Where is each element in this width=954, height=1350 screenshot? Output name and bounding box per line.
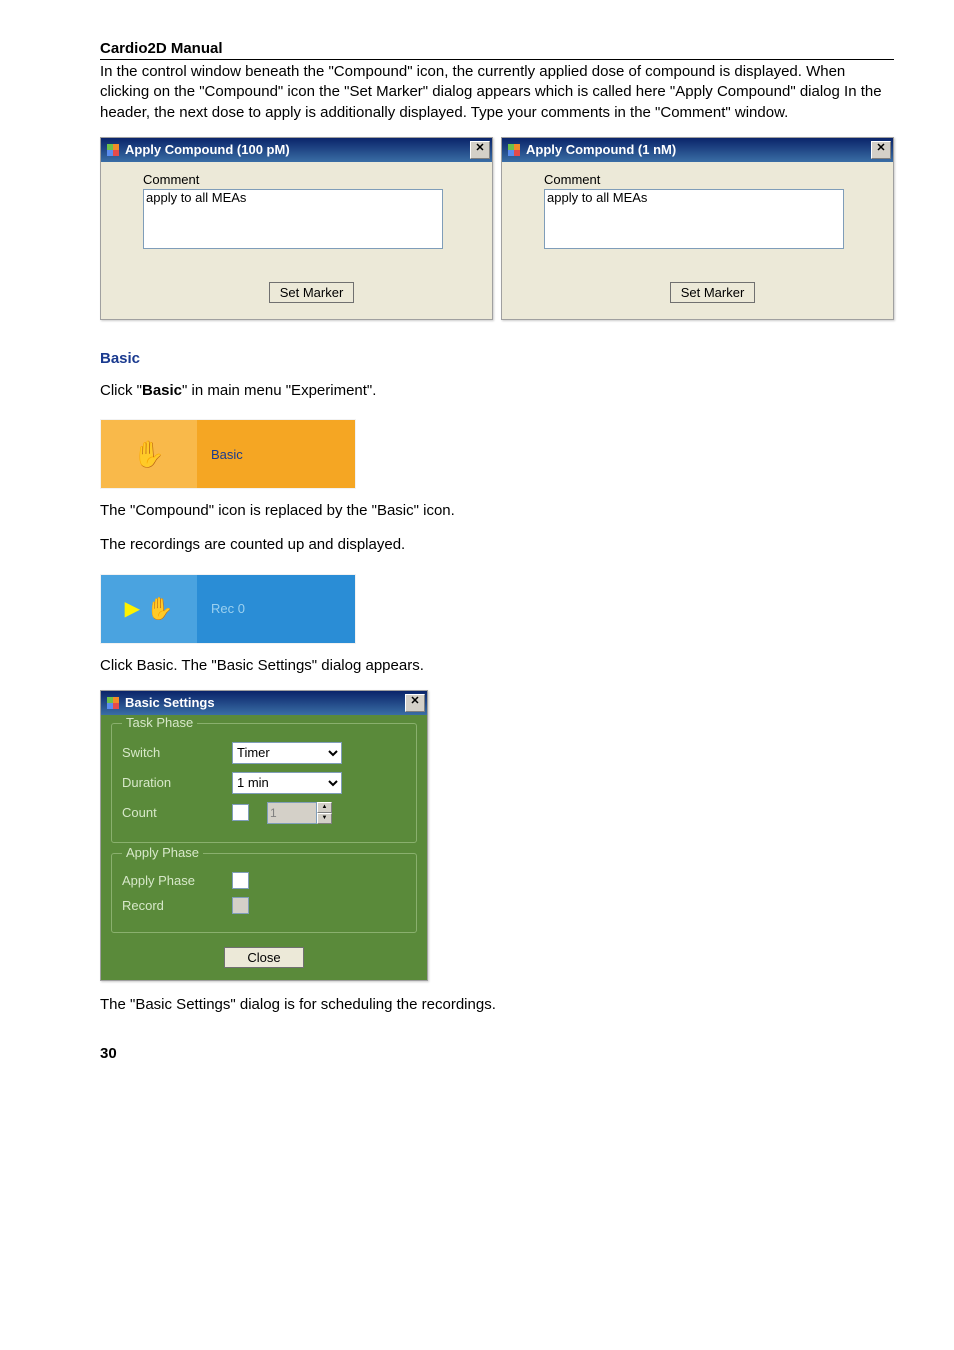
- record-label: Record: [122, 898, 232, 913]
- duration-label: Duration: [122, 775, 232, 790]
- hand-icon: ✋: [146, 596, 173, 622]
- header-rule: [100, 59, 894, 60]
- task-phase-group: Task Phase Switch Timer Duration 1 min C…: [111, 723, 417, 843]
- basic-line3: The recordings are counted up and displa…: [100, 535, 894, 555]
- app-icon: [105, 695, 121, 711]
- basic-line4: Click Basic. The "Basic Settings" dialog…: [100, 656, 894, 676]
- spin-up-button[interactable]: ▲: [317, 802, 332, 813]
- basic-line2: The "Compound" icon is replaced by the "…: [100, 501, 894, 521]
- task-phase-legend: Task Phase: [122, 715, 197, 730]
- apply-compound-dialogs: Apply Compound (100 pM) ✕ Comment Set Ma…: [100, 137, 894, 320]
- rec-ribbon-button[interactable]: ▶ ✋ Rec 0: [100, 574, 356, 644]
- switch-label: Switch: [122, 745, 232, 760]
- rec-ribbon-label: Rec 0: [197, 575, 355, 643]
- rec-ribbon-icon-area: ▶ ✋: [101, 575, 197, 643]
- app-icon: [105, 142, 121, 158]
- basic-bold: Basic: [142, 382, 182, 399]
- intro-paragraph: In the control window beneath the "Compo…: [100, 62, 894, 123]
- apply-phase-group: Apply Phase Apply Phase Record: [111, 853, 417, 933]
- apply-compound-dialog-1nm: Apply Compound (1 nM) ✕ Comment Set Mark…: [501, 137, 894, 320]
- dialog-title: Apply Compound (1 nM): [526, 142, 871, 157]
- basic-click-instruction: Click "Basic" in main menu "Experiment".: [100, 381, 894, 401]
- close-icon[interactable]: ✕: [470, 141, 490, 159]
- apply-phase-legend: Apply Phase: [122, 845, 203, 860]
- after-settings-text: The "Basic Settings" dialog is for sched…: [100, 995, 894, 1015]
- switch-select[interactable]: Timer: [232, 742, 342, 764]
- spin-down-button[interactable]: ▼: [317, 813, 332, 824]
- apply-phase-label: Apply Phase: [122, 873, 232, 888]
- apply-compound-dialog-100pm: Apply Compound (100 pM) ✕ Comment Set Ma…: [100, 137, 493, 320]
- text: Click ": [100, 382, 142, 399]
- comment-input[interactable]: [143, 189, 443, 249]
- dialog-title: Apply Compound (100 pM): [125, 142, 470, 157]
- titlebar: Basic Settings ✕: [101, 691, 427, 715]
- play-icon: ▶: [125, 596, 140, 621]
- dialog-title: Basic Settings: [125, 695, 405, 710]
- duration-select[interactable]: 1 min: [232, 772, 342, 794]
- set-marker-button[interactable]: Set Marker: [670, 282, 756, 303]
- basic-heading: Basic: [100, 350, 894, 367]
- basic-ribbon-label: Basic: [197, 420, 355, 488]
- page-header-title: Cardio2D Manual: [100, 40, 894, 57]
- titlebar: Apply Compound (1 nM) ✕: [502, 138, 893, 162]
- page-number: 30: [100, 1045, 894, 1062]
- basic-ribbon-icon-area: ✋: [101, 420, 197, 488]
- count-checkbox[interactable]: [232, 804, 249, 821]
- apply-phase-checkbox[interactable]: [232, 872, 249, 889]
- count-label: Count: [122, 805, 232, 820]
- close-icon[interactable]: ✕: [871, 141, 891, 159]
- basic-ribbon-button[interactable]: ✋ Basic: [100, 419, 356, 489]
- hand-icon: ✋: [133, 439, 165, 470]
- close-button[interactable]: Close: [224, 947, 304, 968]
- text: " in main menu "Experiment".: [182, 382, 376, 399]
- comment-input[interactable]: [544, 189, 844, 249]
- basic-settings-dialog: Basic Settings ✕ Task Phase Switch Timer…: [100, 690, 428, 981]
- titlebar: Apply Compound (100 pM) ✕: [101, 138, 492, 162]
- record-checkbox: [232, 897, 249, 914]
- count-input: [267, 802, 317, 824]
- app-icon: [506, 142, 522, 158]
- comment-label: Comment: [143, 172, 480, 187]
- close-icon[interactable]: ✕: [405, 694, 425, 712]
- set-marker-button[interactable]: Set Marker: [269, 282, 355, 303]
- comment-label: Comment: [544, 172, 881, 187]
